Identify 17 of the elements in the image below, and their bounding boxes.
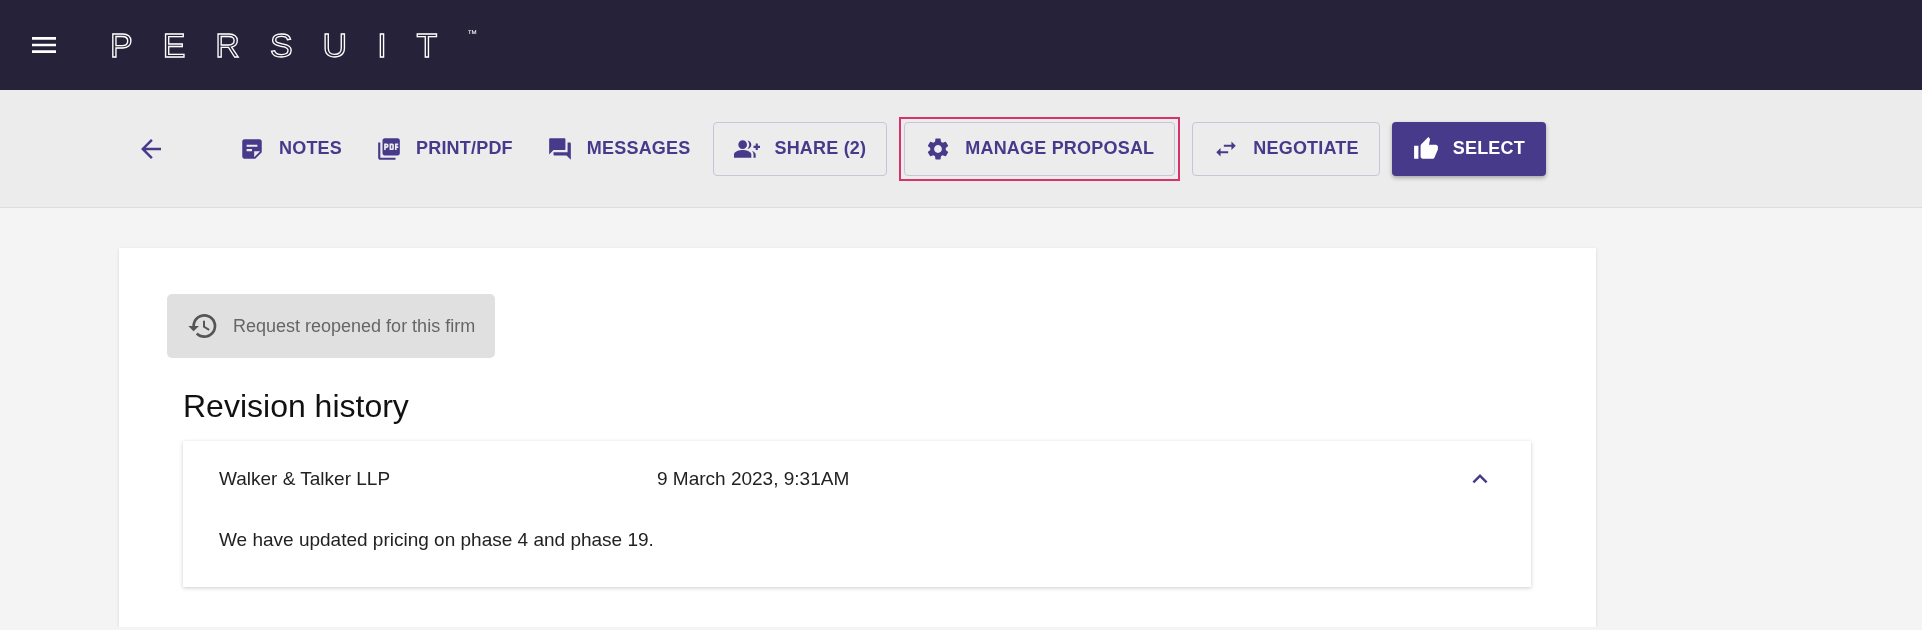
section-title: Revision history (183, 388, 409, 425)
thumbs-up-icon (1412, 135, 1439, 162)
chat-icon (546, 135, 573, 162)
logo: PERSUIT (110, 25, 468, 65)
toolbar-button[interactable]: SELECT (1391, 121, 1546, 176)
toolbar-link[interactable]: MESSAGES (535, 121, 702, 176)
notice-text: Request reopened for this firm (233, 315, 476, 337)
firm-name: Walker & Talker LLP (219, 468, 392, 490)
toolbar-link[interactable]: NOTES (228, 121, 353, 176)
revision-date: 9 March 2023, 9:31AM (657, 468, 851, 490)
trademark: ™ (467, 27, 478, 39)
toolbar-button[interactable]: SHARE (2) (713, 121, 888, 176)
toolbar-link[interactable]: PRINT/PDF (365, 121, 524, 176)
toolbar-button[interactable]: MANAGE PROPOSAL (904, 121, 1176, 176)
revision-message: We have updated pricing on phase 4 and phase 19. (218, 528, 655, 552)
pdf-document-icon (376, 135, 402, 162)
toolbar-button[interactable]: NEGOTIATE (1192, 121, 1380, 176)
